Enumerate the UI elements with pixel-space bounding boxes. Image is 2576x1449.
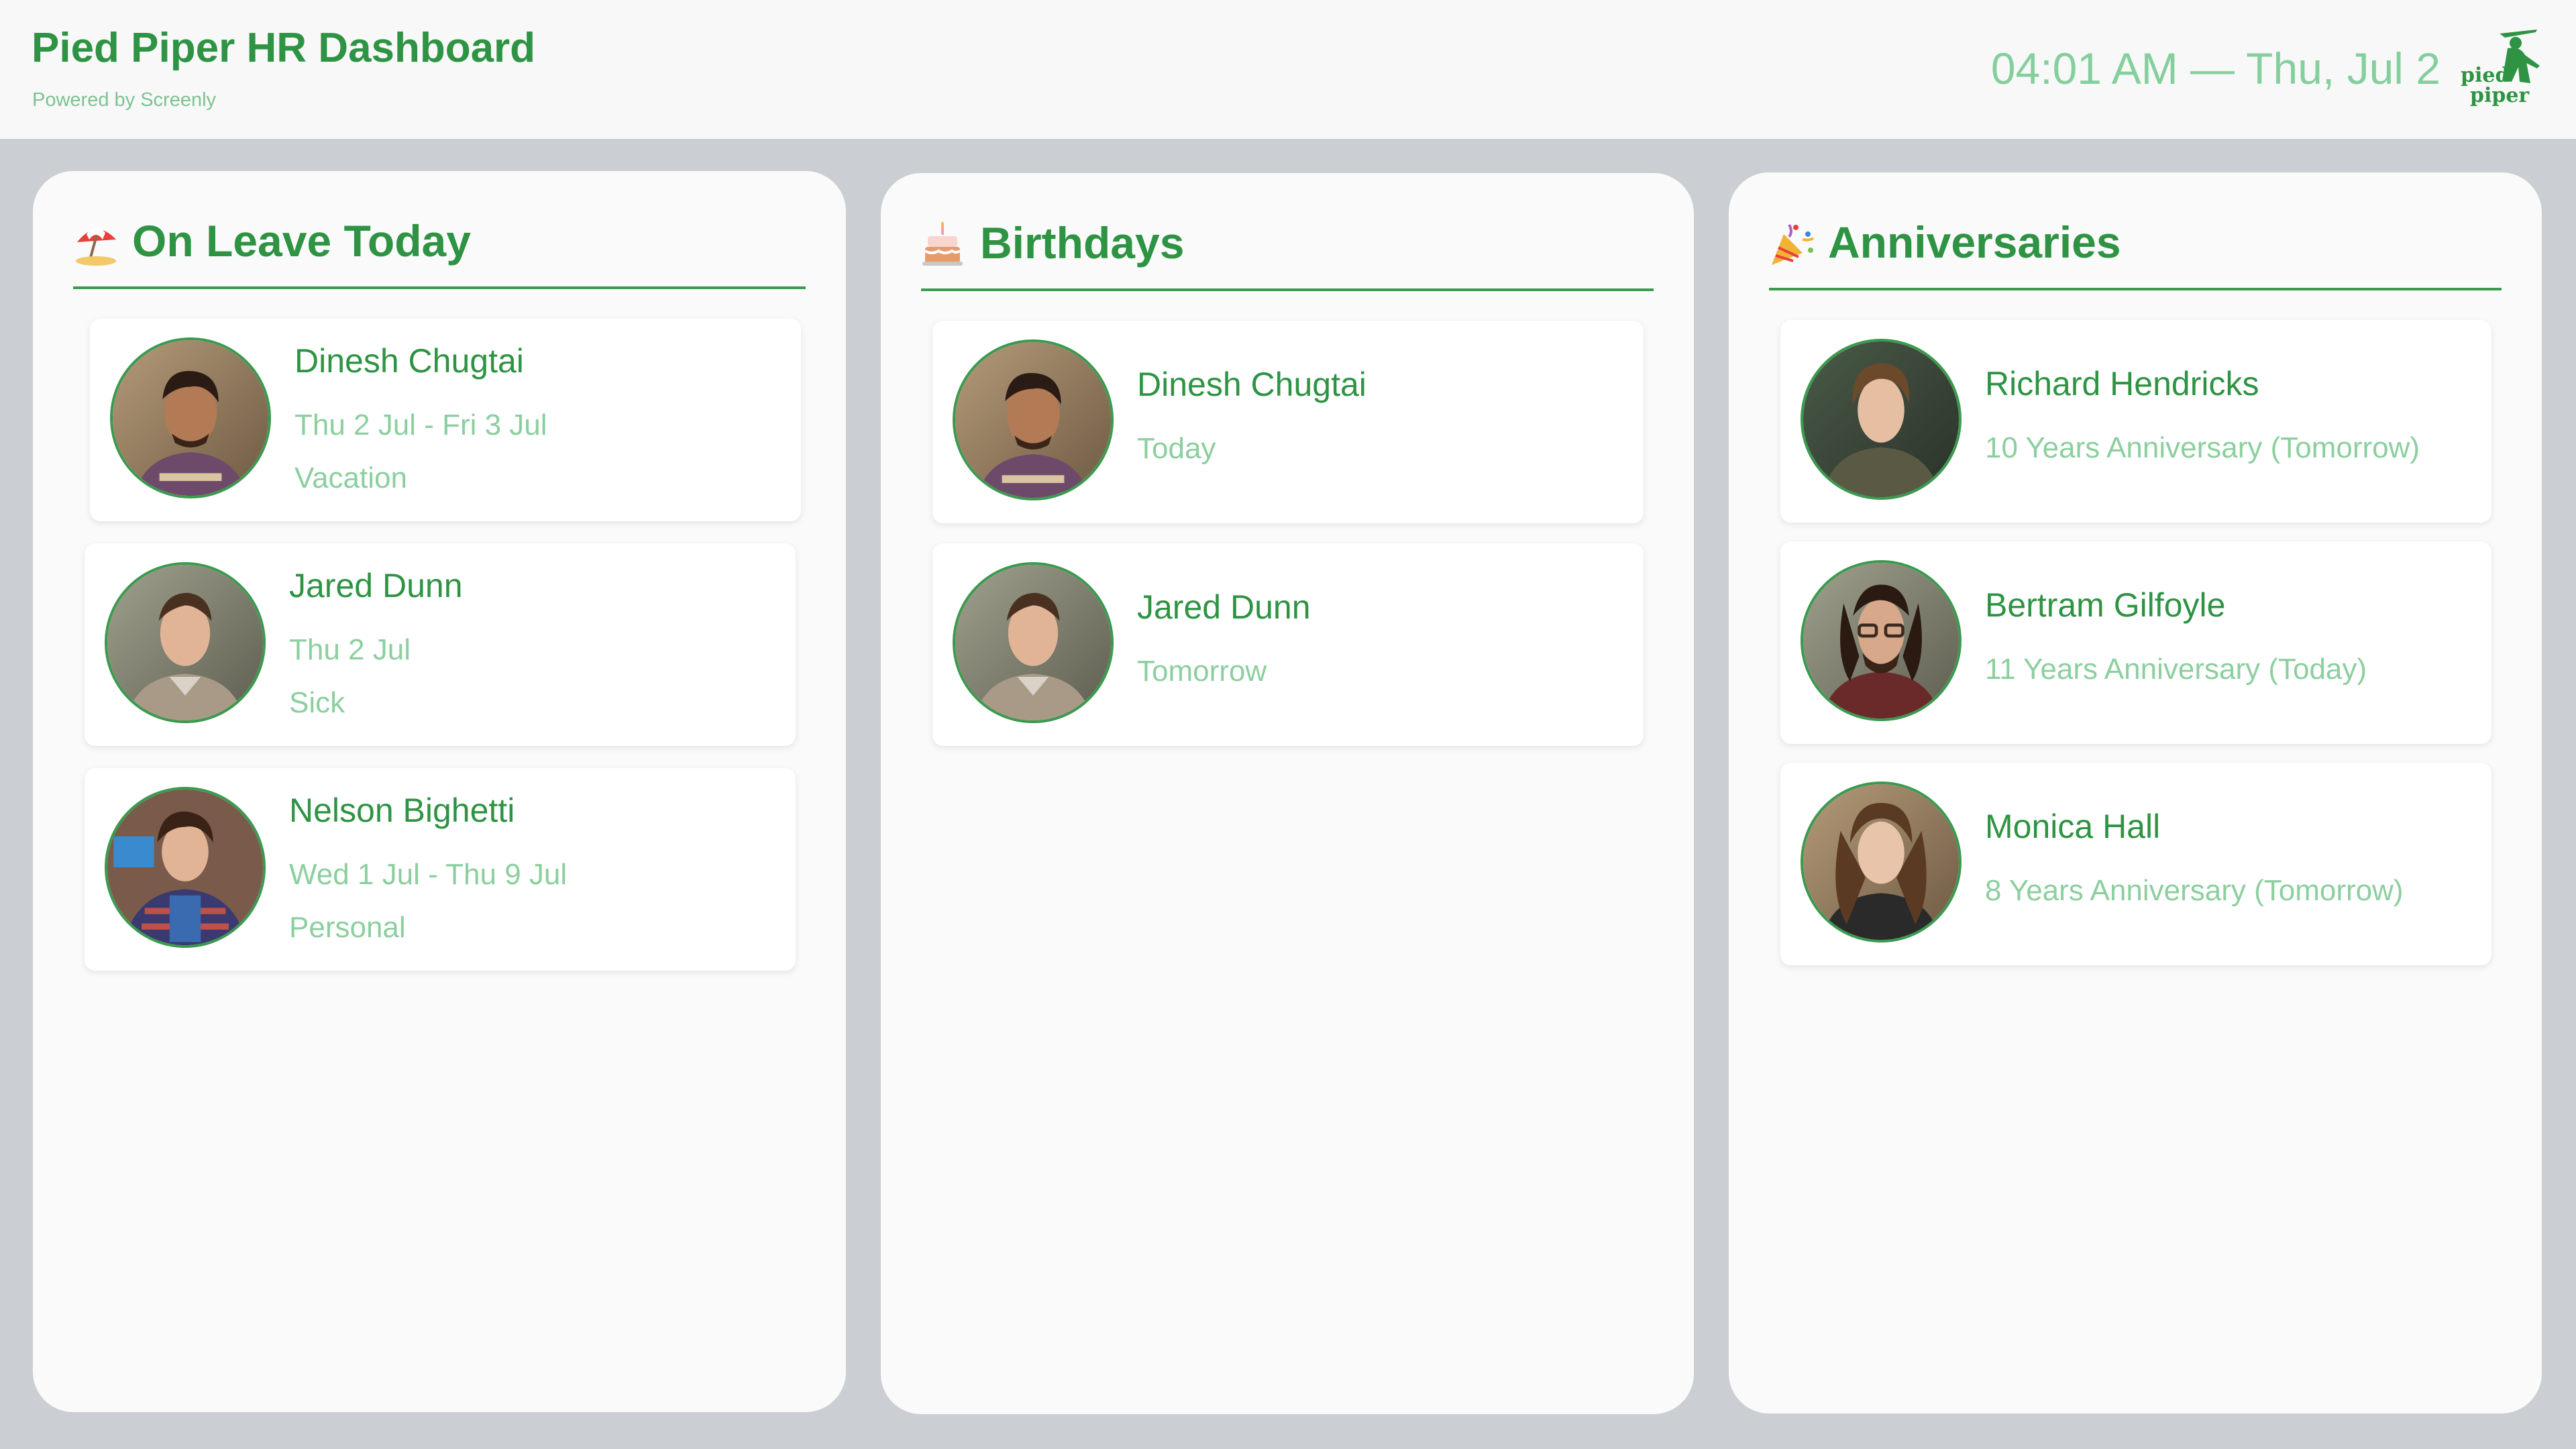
dashboard-header: Pied Piper HR Dashboard Powered by Scree… xyxy=(0,0,2576,139)
employee-name: Bertram Gilfoyle xyxy=(1985,586,2226,624)
leave-dates: Wed 1 Jul - Thu 9 Jul xyxy=(289,858,568,891)
anniversary-detail: 11 Years Anniversary (Today) xyxy=(1985,653,2367,686)
anniversary-card[interactable]: Richard Hendricks 10 Years Anniversary (… xyxy=(1780,320,2491,523)
birthdays-title: Birthdays xyxy=(980,218,1185,268)
avatar xyxy=(110,337,271,498)
leave-reason: Vacation xyxy=(294,462,407,494)
avatar xyxy=(105,787,266,948)
leave-dates: Thu 2 Jul xyxy=(289,633,411,666)
leave-dates: Thu 2 Jul - Fri 3 Jul xyxy=(294,409,547,441)
employee-name: Dinesh Chugtai xyxy=(1137,366,1366,403)
birthday-card[interactable]: Dinesh Chugtai Today xyxy=(932,321,1644,523)
anniversary-card[interactable]: Bertram Gilfoyle 11 Years Anniversary (T… xyxy=(1780,541,2491,744)
birthday-cake-icon xyxy=(922,221,963,266)
birthday-when: Today xyxy=(1137,432,1216,465)
birthdays-panel: Birthdays Dinesh Chugtai Today Jared Dun… xyxy=(881,173,1694,1414)
leave-card[interactable]: Nelson Bighetti Wed 1 Jul - Thu 9 Jul Pe… xyxy=(85,768,796,971)
employee-name: Jared Dunn xyxy=(289,567,463,604)
on-leave-title: On Leave Today xyxy=(132,216,471,266)
leave-reason: Sick xyxy=(289,686,345,719)
birthday-card[interactable]: Jared Dunn Tomorrow xyxy=(932,543,1644,746)
anniversaries-title: Anniversaries xyxy=(1828,217,2121,267)
birthday-when: Tomorrow xyxy=(1137,655,1267,688)
anniversary-card[interactable]: Monica Hall 8 Years Anniversary (Tomorro… xyxy=(1780,763,2491,965)
avatar xyxy=(1801,782,1962,943)
avatar xyxy=(105,562,266,723)
avatar xyxy=(953,339,1114,500)
employee-name: Nelson Bighetti xyxy=(289,792,515,829)
avatar xyxy=(953,562,1114,723)
employee-name: Dinesh Chugtai xyxy=(294,342,524,380)
leave-card[interactable]: Dinesh Chugtai Thu 2 Jul - Fri 3 Jul Vac… xyxy=(90,319,801,521)
clock-readout: 04:01 AM — Thu, Jul 2 xyxy=(1990,44,2440,93)
on-leave-heading: On Leave Today xyxy=(73,211,806,289)
logo-text-piper: piper xyxy=(2470,84,2530,107)
anniversary-detail: 10 Years Anniversary (Tomorrow) xyxy=(1985,431,2420,464)
anniversaries-heading: Anniversaries xyxy=(1769,213,2502,290)
anniversaries-panel: Anniversaries Richard Hendricks 10 Years… xyxy=(1729,172,2542,1413)
powered-by-label: Powered by Screenly xyxy=(32,89,217,111)
party-popper-icon xyxy=(1772,223,1815,265)
beach-umbrella-icon xyxy=(76,227,116,266)
employee-name: Jared Dunn xyxy=(1137,588,1311,626)
employee-name: Monica Hall xyxy=(1985,808,2161,845)
anniversary-detail: 8 Years Anniversary (Tomorrow) xyxy=(1985,874,2404,907)
pied-piper-logo: pied piper xyxy=(2458,25,2545,113)
leave-reason: Personal xyxy=(289,911,406,944)
leave-card[interactable]: Jared Dunn Thu 2 Jul Sick xyxy=(85,543,796,746)
birthdays-heading: Birthdays xyxy=(921,213,1654,291)
avatar xyxy=(1801,339,1962,500)
employee-name: Richard Hendricks xyxy=(1985,365,2259,402)
app-title: Pied Piper HR Dashboard xyxy=(32,25,536,71)
on-leave-panel: On Leave Today Dinesh Chugtai Thu 2 Jul … xyxy=(33,171,846,1412)
avatar xyxy=(1801,560,1962,721)
